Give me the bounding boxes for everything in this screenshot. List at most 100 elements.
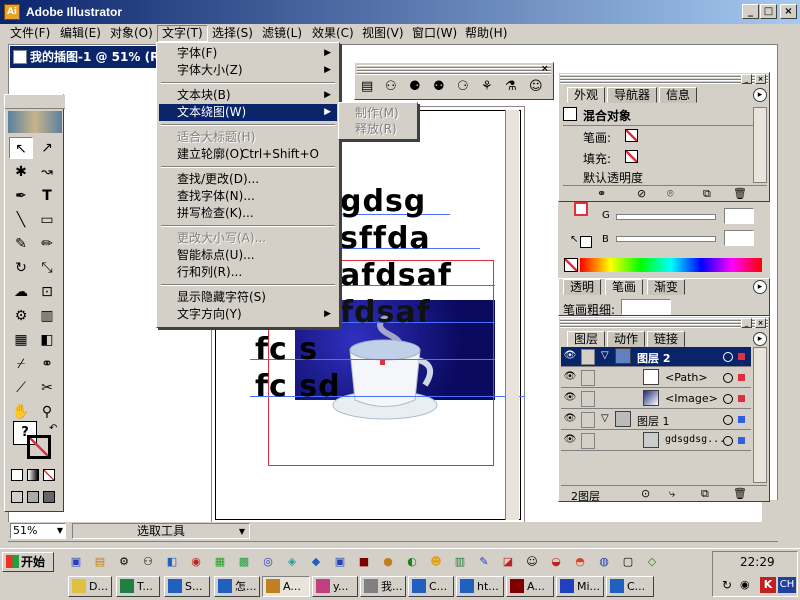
mesh-tool-icon[interactable]: ▦ [9,329,33,351]
quicklaunch-app-icon[interactable]: ◐ [404,554,420,570]
color-spectrum[interactable] [580,258,762,272]
zoom-level-select[interactable]: 51% ▼ [10,523,66,539]
menu-edit[interactable]: 编辑(E) [56,25,105,42]
tab-appearance[interactable]: 外观 [567,87,606,103]
menu-item-change-case[interactable]: 更改大小写(A)... [159,230,337,247]
fill-color-proxy-arrow-icon[interactable]: ↖ [570,234,578,245]
warp-tool-icon[interactable]: ☁ [9,281,33,303]
panel-minimize-button[interactable]: _ [741,74,752,84]
make-clipping-mask-icon[interactable]: ⊙ [641,487,650,500]
menu-item-font[interactable]: 字体(F) ▶ [159,45,337,62]
fill-color-proxy[interactable] [580,236,592,248]
rectangle-tool-icon[interactable]: ▭ [35,209,59,231]
gradient-tool-icon[interactable]: ◧ [35,329,59,351]
quicklaunch-app-icon[interactable]: ▦ [212,554,228,570]
stroke-color-swatch[interactable] [27,435,51,459]
layer-row[interactable]: 👁 ▽ 图层 2 [561,347,751,367]
quicklaunch-qq-icon[interactable]: ☺ [524,554,540,570]
brush-tool-icon[interactable]: ✎ [9,233,33,255]
lock-toggle[interactable] [581,370,595,386]
screen-mode-full-menu-button[interactable] [27,491,39,503]
quicklaunch-app-icon[interactable]: ▣ [332,554,348,570]
menu-select[interactable]: 选择(S) [208,25,257,42]
appearance-scrollbar[interactable] [753,107,767,183]
scale-tool-icon[interactable]: ⤡ [35,257,59,279]
tab-navigator[interactable]: 导航器 [607,87,658,103]
menu-view[interactable]: 视图(V) [358,25,408,42]
lock-toggle[interactable] [581,412,595,428]
quicklaunch-app-icon[interactable]: ◈ [284,554,300,570]
selection-tool-icon[interactable]: ↖ [9,137,33,159]
reduce-basic-icon[interactable]: ⌾ [667,187,674,201]
toolbar-tool-icon[interactable]: ⚈ [409,79,421,94]
pen-tool-icon[interactable]: ✒ [9,185,33,207]
menu-file[interactable]: 文件(F) [6,25,54,42]
menu-help[interactable]: 帮助(H) [461,25,511,42]
direct-selection-tool-icon[interactable]: ↗ [35,137,59,159]
taskbar-item[interactable]: A... [506,576,554,597]
free-transform-tool-icon[interactable]: ⊡ [35,281,59,303]
expand-triangle-icon[interactable]: ▽ [601,413,609,424]
text-line[interactable]: afdsaf [340,258,452,293]
quicklaunch-app-icon[interactable]: ✎ [476,554,492,570]
lock-toggle[interactable] [581,391,595,407]
minimize-button[interactable]: _ [742,4,759,19]
menu-item-smart-punctuation[interactable]: 智能标点(U)... [159,247,337,264]
panel-minimize-button[interactable]: _ [741,318,752,328]
clear-appearance-icon[interactable]: ⊘ [637,187,646,200]
tab-gradient[interactable]: 渐变 [647,279,686,295]
menu-window[interactable]: 窗口(W) [408,25,461,42]
quicklaunch-app-icon[interactable]: ⚇ [140,554,156,570]
antivirus-icon[interactable]: K [760,577,776,593]
visibility-eye-icon[interactable]: 👁 [563,434,577,448]
floating-toolbar-close-icon[interactable]: × [541,64,549,74]
menu-item-fit-headline[interactable]: 适合大标题(H) [159,129,337,146]
type-tool-icon[interactable]: T [35,185,59,207]
panel-close-button[interactable]: × [755,74,766,84]
maximize-button[interactable]: □ [760,4,777,19]
quicklaunch-app-icon[interactable]: ◍ [596,554,612,570]
taskbar-item[interactable]: 我... [360,576,406,597]
g-slider[interactable] [616,214,716,220]
taskbar-item[interactable]: ht... [456,576,504,597]
text-line[interactable]: gdsg [340,184,426,219]
current-tool-display[interactable]: 选取工具 ▼ [72,523,250,539]
document-title-bar[interactable]: 我的插图-1 @ 51% (R [10,46,170,68]
menu-item-spell-check[interactable]: 拼写检查(K)... [159,205,337,222]
magic-wand-tool-icon[interactable]: ✱ [9,161,33,183]
duplicate-item-icon[interactable]: ⧉ [703,187,711,201]
quicklaunch-app-icon[interactable]: ◧ [164,554,180,570]
quicklaunch-app-icon[interactable]: ▢ [620,554,636,570]
zoom-tool-icon[interactable]: ⚲ [35,401,59,423]
menu-type[interactable]: 文字(T) [157,25,208,42]
blend-tool-icon[interactable]: ⚭ [35,353,59,375]
layers-scrollbar[interactable] [753,347,767,483]
panel-menu-arrow-icon[interactable]: ▸ [753,88,767,102]
taskbar-item[interactable]: y... [312,576,358,597]
menu-item-create-outlines[interactable]: 建立轮廓(O) Ctrl+Shift+O [159,146,337,163]
quicklaunch-app-icon[interactable]: ◎ [260,554,276,570]
quicklaunch-desktop-icon[interactable]: ▣ [68,554,84,570]
g-value-input[interactable] [724,208,754,224]
selection-center-handle[interactable] [380,360,385,365]
symbol-sprayer-tool-icon[interactable]: ⚙ [9,305,33,327]
tab-transparency[interactable]: 透明 [563,279,602,295]
pencil-tool-icon[interactable]: ✏ [35,233,59,255]
fill-swatch[interactable] [625,150,638,163]
floating-toolbar-header[interactable] [357,65,551,75]
toolbar-tool-icon[interactable]: ⚘ [481,79,493,94]
taskbar-item[interactable]: C... [606,576,654,597]
none-mode-button[interactable] [43,469,55,481]
slice-tool-icon[interactable]: ⟋ [9,377,33,399]
layers-panel-header[interactable] [560,318,768,328]
menu-item-rows-columns[interactable]: 行和列(R)... [159,264,337,281]
document-vertical-scrollbar[interactable] [505,110,519,520]
taskbar-item[interactable]: T... [116,576,160,597]
app-title-bar[interactable]: Ai Adobe Illustrator _ □ × [0,0,800,24]
swap-colors-icon[interactable]: ↶ [49,423,57,434]
clock[interactable]: 22:29 [740,555,775,569]
toolbar-tool-icon[interactable]: ▤ [361,79,373,94]
new-layer-icon[interactable]: ⧉ [701,487,709,501]
trash-icon[interactable]: 🗑 [733,487,747,500]
submenu-item-make[interactable]: 制作(M) [341,105,415,121]
